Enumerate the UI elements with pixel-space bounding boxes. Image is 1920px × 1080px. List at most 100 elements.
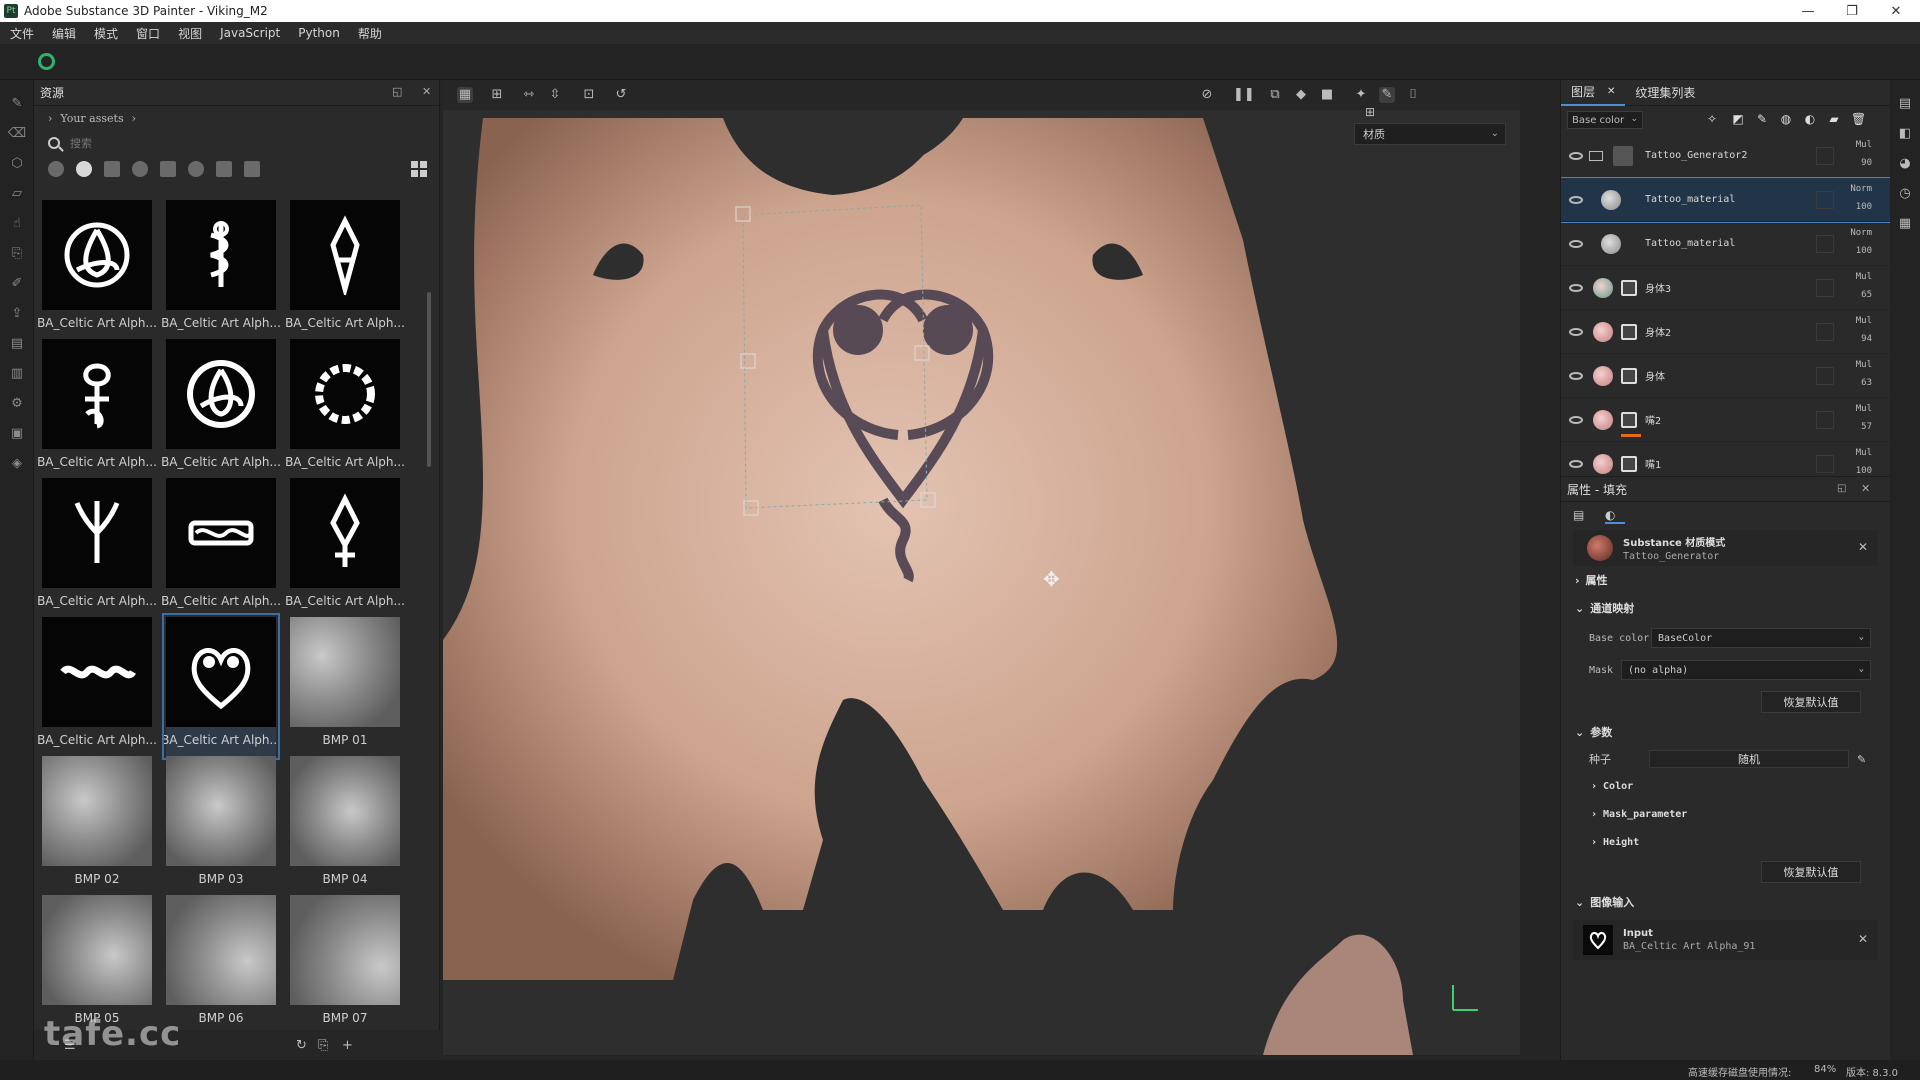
view-cube-icon[interactable]: ◆ <box>1293 87 1309 103</box>
undock-icon[interactable]: ◱ <box>392 85 402 98</box>
group-color[interactable]: › Color <box>1561 772 1890 800</box>
fill-settings-icon[interactable]: ▤ <box>1573 508 1593 524</box>
asset-tile[interactable]: BA_Celtic Art Alph... <box>161 478 281 617</box>
bake-icon[interactable]: ▤ <box>0 328 34 358</box>
layer-checkbox[interactable] <box>1816 190 1834 209</box>
texture-set-settings-icon[interactable]: ◧ <box>1890 118 1920 148</box>
mask-thumbnail[interactable] <box>1621 455 1637 472</box>
blend-mode[interactable]: Mul <box>1856 140 1872 150</box>
mask-thumbnail[interactable] <box>1621 323 1637 340</box>
filter-environments-icon[interactable] <box>244 161 260 177</box>
filter-smart-materials-icon[interactable] <box>76 161 92 177</box>
grid-display-icon[interactable]: ▦ <box>457 87 473 103</box>
add-fill-layer-icon[interactable]: ◍ <box>1779 112 1793 126</box>
library-icon[interactable]: ▣ <box>0 418 34 448</box>
reset-defaults-button-2[interactable]: 恢复默认值 <box>1761 861 1861 883</box>
asset-tile[interactable]: BMP 03 <box>166 756 276 895</box>
layer-row[interactable]: 身体3 Mul 65 <box>1561 266 1890 310</box>
tiling-icon[interactable]: ⊞ <box>489 87 505 103</box>
filter-procedurals-icon[interactable] <box>188 161 204 177</box>
display-icon[interactable]: ▥ <box>0 358 34 388</box>
layer-opacity[interactable]: 65 <box>1861 290 1872 300</box>
blend-mode[interactable]: Mul <box>1856 272 1872 282</box>
visibility-eye-icon[interactable] <box>1569 283 1583 292</box>
filter-materials-icon[interactable] <box>48 161 64 177</box>
remove-substance-icon[interactable]: ✕ <box>1858 540 1868 554</box>
visibility-eye-icon[interactable] <box>1569 195 1583 204</box>
image-input-slot[interactable]: Input BA_Celtic Art Alpha_91 ✕ <box>1573 920 1878 960</box>
mask-thumbnail[interactable] <box>1621 367 1637 384</box>
menu-window[interactable]: 窗口 <box>136 25 160 42</box>
asset-tile[interactable]: BA_Celtic Art Alph... <box>285 339 405 478</box>
breadcrumb-your-assets[interactable]: Your assets <box>60 112 123 125</box>
layer-opacity[interactable]: 100 <box>1856 466 1872 476</box>
refresh-icon[interactable]: ↻ <box>296 1038 307 1053</box>
grid-view-icon[interactable] <box>411 161 427 177</box>
seed-random-button[interactable]: 随机 <box>1649 750 1849 768</box>
material-mode-select[interactable]: 材质 ⌄ <box>1354 123 1506 145</box>
close-tab-icon[interactable]: ✕ <box>1607 86 1615 97</box>
section-parameters[interactable]: ⌄ 参数 <box>1561 718 1890 746</box>
visibility-eye-icon[interactable] <box>1569 239 1583 248</box>
camera-icon[interactable]: ■ <box>1319 87 1335 103</box>
layer-opacity[interactable]: 57 <box>1861 422 1872 432</box>
shelf-icon[interactable]: ◈ <box>0 448 34 478</box>
asset-tile[interactable]: BMP 02 <box>42 756 152 895</box>
tab-texture-sets[interactable]: 纹理集列表 <box>1625 80 1705 106</box>
menu-python[interactable]: Python <box>298 26 340 40</box>
visibility-eye-icon[interactable] <box>1569 151 1583 160</box>
visibility-eye-icon[interactable] <box>1569 371 1583 380</box>
close-panel-icon[interactable]: ✕ <box>1861 482 1870 495</box>
lighting-icon[interactable]: ✦ <box>1353 87 1369 103</box>
symmetry-icon[interactable]: ⧉ <box>1267 87 1283 103</box>
reset-rotation-icon[interactable]: ↺ <box>613 87 629 103</box>
layer-opacity[interactable]: 94 <box>1861 334 1872 344</box>
blend-mode[interactable]: Mul <box>1856 316 1872 326</box>
minimize-button[interactable]: — <box>1786 0 1830 22</box>
uv-canvas[interactable]: ✥ <box>443 80 1520 1055</box>
log-icon[interactable]: ▦ <box>1890 208 1920 238</box>
folder-icon[interactable]: ▰ <box>1827 112 1841 126</box>
layer-checkbox[interactable] <box>1816 146 1834 165</box>
channel-select[interactable]: Base color ⌄ <box>1567 111 1643 129</box>
menu-javascript[interactable]: JavaScript <box>220 26 280 40</box>
projection-icon[interactable]: ⬡ <box>0 148 34 178</box>
smudge-icon[interactable]: ☝ <box>0 208 34 238</box>
history-icon[interactable]: ◷ <box>1890 178 1920 208</box>
layer-row[interactable]: Tattoo_material Norm 100 <box>1561 177 1890 223</box>
asset-tile[interactable]: BA_Celtic Art Alph... <box>37 339 157 478</box>
import-icon[interactable]: ⎘ <box>318 1038 328 1053</box>
section-channel-mapping[interactable]: ⌄ 通道映射 <box>1561 594 1890 622</box>
asset-tile[interactable]: BMP 07 <box>290 895 400 1034</box>
blend-mode[interactable]: Mul <box>1856 448 1872 458</box>
pause-icon[interactable]: ❚❚ <box>1233 87 1255 103</box>
display-settings-icon[interactable]: ◕ <box>1890 148 1920 178</box>
add-effect-icon[interactable]: ✧ <box>1705 112 1719 126</box>
substance-source[interactable]: Substance 材质模式 Tattoo_Generator ✕ <box>1573 530 1878 566</box>
undock-icon[interactable]: ◱ <box>1837 483 1846 494</box>
layer-opacity[interactable]: 100 <box>1856 246 1872 256</box>
menu-file[interactable]: 文件 <box>10 25 34 42</box>
picker-icon[interactable]: ✐ <box>0 268 34 298</box>
delete-icon[interactable]: 🗑 <box>1851 112 1866 126</box>
layer-checkbox[interactable] <box>1816 234 1834 253</box>
tab-layers[interactable]: 图层 ✕ <box>1561 80 1626 106</box>
blend-mode[interactable]: Mul <box>1856 404 1872 414</box>
edit-icon[interactable]: ✎ <box>1857 753 1866 766</box>
assets-scrollbar[interactable] <box>427 292 431 467</box>
visibility-eye-icon[interactable] <box>1569 459 1583 468</box>
group-mask-parameter[interactable]: › Mask_parameter <box>1561 800 1890 828</box>
add-mask-icon[interactable]: ◩ <box>1731 112 1745 126</box>
layer-opacity[interactable]: 63 <box>1861 378 1872 388</box>
export-icon[interactable]: ⇪ <box>0 298 34 328</box>
layer-checkbox[interactable] <box>1816 322 1834 341</box>
remove-input-icon[interactable]: ✕ <box>1858 932 1868 946</box>
layer-opacity[interactable]: 90 <box>1861 158 1872 168</box>
asset-tile[interactable]: BA_Celtic Art Alph... <box>161 613 281 760</box>
section-image-inputs[interactable]: ⌄ 图像输入 <box>1561 888 1890 916</box>
filter-alphas-icon[interactable] <box>216 161 232 177</box>
asset-tile[interactable]: BA_Celtic Art Alph... <box>37 617 157 756</box>
asset-tile[interactable]: BMP 04 <box>290 756 400 895</box>
mirror-y-icon[interactable]: ⇳ <box>547 87 563 103</box>
layer-row[interactable]: 嘴2 Mul 57 <box>1561 398 1890 442</box>
